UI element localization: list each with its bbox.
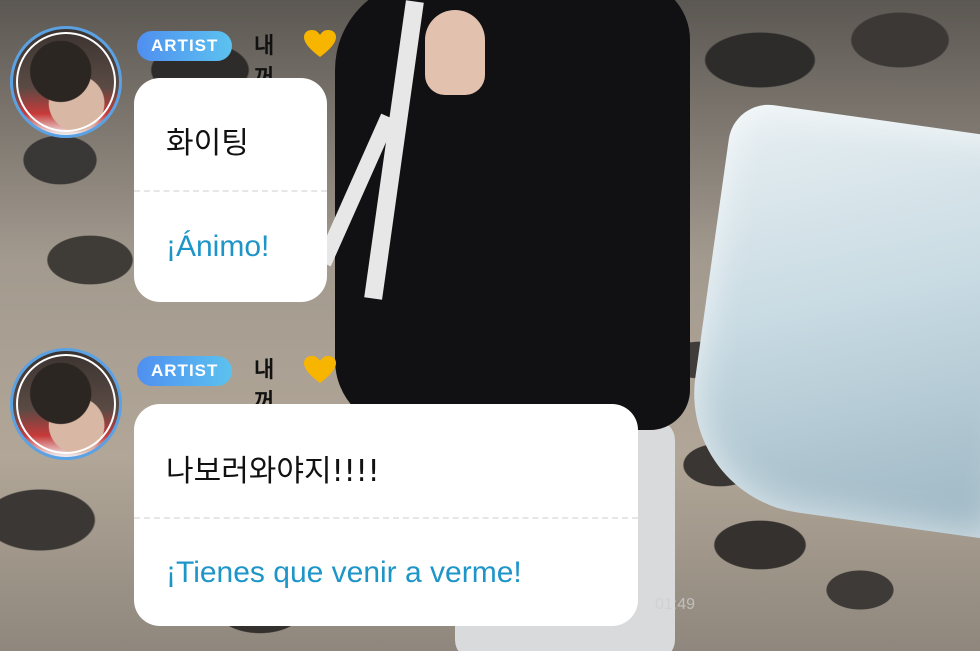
- avatar[interactable]: [10, 348, 122, 460]
- timestamp: 01:49: [655, 596, 696, 613]
- divider: [134, 190, 327, 192]
- artist-badge: ARTIST: [137, 31, 233, 61]
- message-bubble[interactable]: 나보러와야지!!!! ¡Tienes que venir a verme!: [134, 404, 638, 626]
- message-bubble[interactable]: 화이팅 ¡Ánimo!: [134, 78, 327, 302]
- avatar[interactable]: [10, 26, 122, 138]
- divider: [134, 517, 638, 519]
- peace-sign-hand: [425, 10, 485, 95]
- original-text: 나보러와야지!!!!: [166, 454, 380, 489]
- yellow-heart-icon: [304, 30, 336, 57]
- yellow-heart-icon: [304, 356, 336, 383]
- artist-badge: ARTIST: [137, 356, 233, 386]
- translated-text: ¡Tienes que venir a verme!: [166, 556, 522, 589]
- translated-text: ¡Ánimo!: [166, 230, 270, 263]
- original-text: 화이팅: [166, 126, 249, 161]
